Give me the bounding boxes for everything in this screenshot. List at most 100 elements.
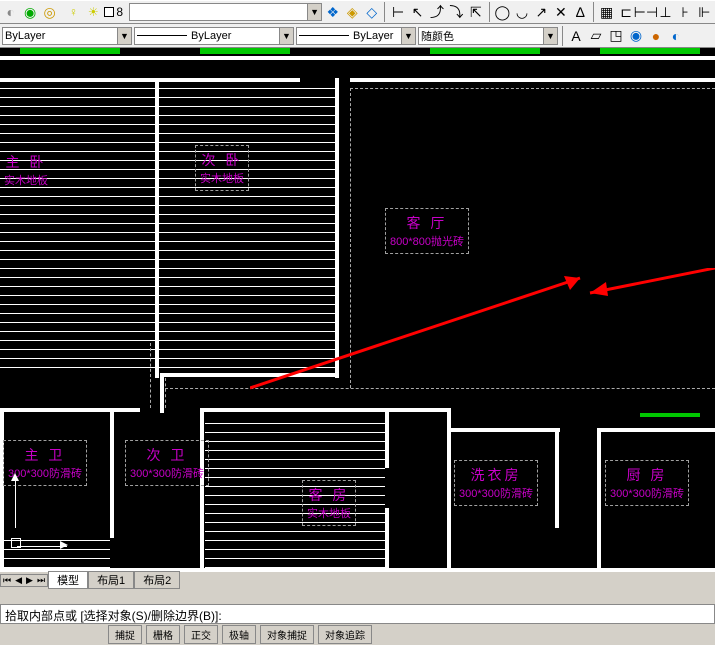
wall (160, 373, 164, 413)
chevron-down-icon: ▼ (543, 28, 557, 44)
circle-icon[interactable]: ◯ (494, 3, 512, 21)
grid-toggle[interactable]: 栅格 (146, 625, 180, 644)
arc-icon[interactable]: ⤴ (428, 3, 445, 21)
ortho-toggle[interactable]: 正交 (184, 625, 218, 644)
layer-previous-icon[interactable]: ◇ (363, 3, 380, 21)
block-icon[interactable]: ▱ (587, 27, 605, 45)
polar-toggle[interactable]: 极轴 (222, 625, 256, 644)
wall (0, 78, 300, 82)
wall (350, 78, 715, 82)
tab-layout2[interactable]: 布局2 (134, 571, 180, 589)
window-bar (640, 413, 700, 417)
line-sample (299, 35, 349, 36)
room-title: 客 厅 (390, 213, 464, 233)
red-arrow-1 (250, 268, 600, 398)
room-title: 厨 房 (610, 465, 684, 485)
wall (0, 408, 50, 412)
lightbulb-icon[interactable]: ♀ (64, 3, 82, 21)
window-bar (600, 48, 700, 54)
continue-icon[interactable]: ⊩ (696, 3, 713, 21)
distance-icon[interactable]: ⊢ (389, 3, 406, 21)
room-title: 客 房 (307, 485, 351, 505)
room-second-bed: 次 卧 实木地板 (195, 145, 249, 191)
room-sub: 实木地板 (307, 505, 351, 521)
window-bar (430, 48, 540, 54)
dash-line (150, 343, 151, 408)
dash-line (165, 378, 166, 408)
chevron-down-icon: ▼ (279, 28, 293, 44)
room-title: 次 卫 (130, 445, 204, 465)
room-sub: 300*300防滑砖 (459, 485, 533, 501)
tab-prev-icon[interactable]: ◀ (13, 575, 24, 586)
bracket-icon[interactable]: ⊏ (617, 3, 634, 21)
grid-icon[interactable]: ▦ (598, 3, 615, 21)
layer-dropdown[interactable]: ▼ (129, 3, 322, 21)
window-bar (20, 48, 120, 54)
wall (110, 408, 114, 538)
tab-nav: ⏮ ◀ ▶ ⏭ (0, 574, 48, 587)
osnap-toggle[interactable]: 对象捕捉 (260, 625, 314, 644)
toolbar-separator (562, 26, 563, 46)
room-sub: 300*300防滑砖 (8, 465, 82, 481)
toolbar-row-2: ByLayer ▼ ByLayer ▼ ByLayer ▼ 随颜色 ▼ A ▱ … (0, 24, 715, 48)
tab-layout1[interactable]: 布局1 (88, 571, 134, 589)
layer-number: 8 (116, 5, 123, 19)
tab-first-icon[interactable]: ⏮ (1, 575, 13, 586)
baseline-icon[interactable]: ⊥ (657, 3, 674, 21)
wall (385, 508, 389, 568)
dash-line (350, 88, 715, 89)
line-icon[interactable]: ↗ (533, 3, 550, 21)
layer-properties-icon[interactable]: ◐ (2, 3, 19, 21)
room-title: 主 卫 (8, 445, 82, 465)
layer-states-icon[interactable]: ◉ (21, 3, 38, 21)
ucs-arrow-icon (11, 473, 19, 481)
layer-swatch: ♀ ☀ 8 (60, 3, 127, 21)
text-icon[interactable]: A (567, 27, 585, 45)
plotstyle-dropdown[interactable]: 随颜色 ▼ (418, 27, 558, 45)
wall (450, 428, 560, 432)
snap-toggle[interactable]: 捕捉 (108, 625, 142, 644)
room-kitchen: 厨 房 300*300防滑砖 (605, 460, 689, 506)
layer-filter-icon[interactable]: ◎ (41, 3, 58, 21)
extend-icon[interactable]: ⊢⊣ (637, 3, 655, 21)
wall (0, 408, 4, 568)
measure-icon[interactable]: ✕ (552, 3, 569, 21)
wall (200, 408, 204, 573)
chevron-down-icon: ▼ (307, 4, 321, 20)
dimension-icon[interactable]: ⇱ (467, 3, 484, 21)
layer-stack-icon[interactable]: ❖ (324, 3, 341, 21)
arc2-icon[interactable]: ⤵ (448, 3, 465, 21)
layer-match-icon[interactable]: ◈ (344, 3, 361, 21)
toolbar-separator (384, 2, 385, 22)
window-bar (200, 48, 290, 54)
wall (597, 428, 601, 568)
cube-icon[interactable]: ◳ (607, 27, 625, 45)
drawing-canvas[interactable]: 主 卧 实木地板 次 卧 实木地板 客 厅 800*800抛光砖 主 卫 300… (0, 48, 715, 573)
angle-icon[interactable]: ∆ (572, 3, 589, 21)
color-dropdown[interactable]: ByLayer ▼ (2, 27, 132, 45)
render-icon[interactable]: ◐ (667, 27, 685, 45)
sphere-icon[interactable]: ● (647, 27, 665, 45)
wall (555, 428, 559, 528)
wall (385, 408, 389, 468)
command-line[interactable]: 拾取内部点或 [选择对象(S)/删除边界(B)]: (0, 604, 715, 624)
room-sub: 800*800抛光砖 (390, 233, 464, 249)
cursor-icon[interactable]: ↖ (409, 3, 426, 21)
room-title: 次 卧 (200, 150, 244, 170)
layer-color-swatch[interactable] (104, 7, 114, 17)
room-second-bath: 次 卫 300*300防滑砖 (125, 440, 209, 486)
ordinate-icon[interactable]: ⊦ (676, 3, 693, 21)
globe-icon[interactable]: ◉ (627, 27, 645, 45)
lineweight-dropdown[interactable]: ByLayer ▼ (296, 27, 416, 45)
tab-next-icon[interactable]: ▶ (24, 575, 35, 586)
toolbar-separator (489, 2, 490, 22)
chevron-down-icon: ▼ (117, 28, 131, 44)
wall (600, 428, 715, 432)
otrack-toggle[interactable]: 对象追踪 (318, 625, 372, 644)
sun-icon[interactable]: ☀ (84, 3, 102, 21)
radius-icon[interactable]: ◡ (513, 3, 530, 21)
linetype-dropdown[interactable]: ByLayer ▼ (134, 27, 294, 45)
line-sample (137, 35, 187, 36)
tab-model[interactable]: 模型 (48, 571, 88, 589)
tab-last-icon[interactable]: ⏭ (35, 575, 47, 586)
